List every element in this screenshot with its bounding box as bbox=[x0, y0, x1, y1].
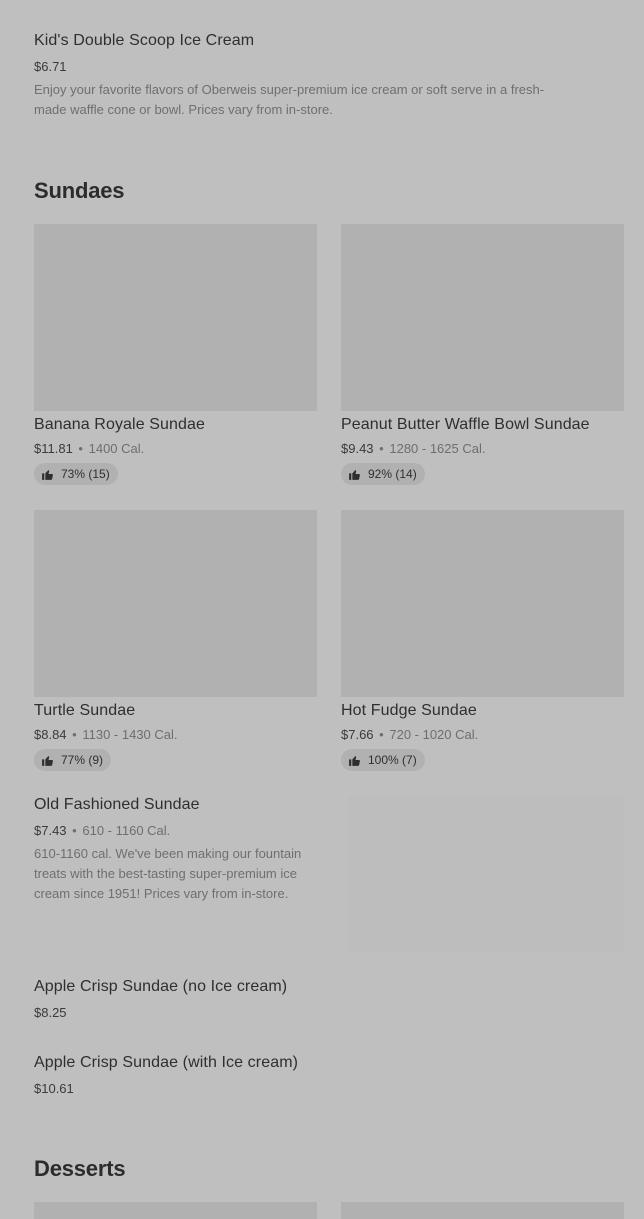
item-title[interactable]: Banana Royale Sundae bbox=[34, 416, 205, 434]
description-line: cream since 1951! Prices vary from in-st… bbox=[34, 886, 289, 901]
item-price: $8.84 bbox=[34, 727, 67, 742]
rating-text: 92% (14) bbox=[368, 467, 417, 481]
item-image[interactable] bbox=[341, 1202, 624, 1219]
item-image[interactable] bbox=[34, 510, 317, 697]
item-calories: 1130 - 1430 Cal. bbox=[82, 727, 178, 742]
item-image[interactable] bbox=[341, 224, 624, 411]
description-line: made waffle cone or bowl. Prices vary fr… bbox=[34, 102, 333, 117]
item-image[interactable] bbox=[34, 1202, 317, 1219]
item-price-calories: $11.81 • 1400 Cal. bbox=[34, 441, 144, 456]
thumbs-up-icon bbox=[349, 469, 360, 480]
item-price-calories: $8.84 • 1130 - 1430 Cal. bbox=[34, 727, 178, 742]
item-price: $7.66 bbox=[341, 727, 374, 742]
thumbs-up-icon bbox=[42, 755, 53, 766]
item-image[interactable] bbox=[341, 510, 624, 697]
item-description: 610-1160 cal. We've been making our foun… bbox=[34, 844, 344, 904]
item-price-calories: $7.66 • 720 - 1020 Cal. bbox=[341, 727, 478, 742]
item-title[interactable]: Hot Fudge Sundae bbox=[341, 702, 477, 720]
item-price: $9.43 bbox=[341, 441, 374, 456]
item-image[interactable] bbox=[34, 224, 317, 411]
item-image[interactable] bbox=[348, 796, 624, 952]
section-title-desserts: Desserts bbox=[34, 1156, 126, 1181]
item-price-calories: $9.43 • 1280 - 1625 Cal. bbox=[341, 441, 485, 456]
separator: • bbox=[78, 441, 83, 456]
rating-badge: 92% (14) bbox=[341, 463, 425, 485]
item-price-calories: $7.43 • 610 - 1160 Cal. bbox=[34, 823, 170, 838]
item-title[interactable]: Apple Crisp Sundae (with Ice cream) bbox=[34, 1054, 298, 1072]
item-price: $6.71 bbox=[34, 59, 67, 74]
item-price: $10.61 bbox=[34, 1081, 74, 1096]
item-title[interactable]: Apple Crisp Sundae (no Ice cream) bbox=[34, 978, 287, 996]
separator: • bbox=[379, 441, 384, 456]
rating-badge: 100% (7) bbox=[341, 749, 425, 771]
thumbs-up-icon bbox=[42, 469, 53, 480]
item-calories: 1280 - 1625 Cal. bbox=[389, 441, 486, 456]
description-line: 610-1160 cal. We've been making our foun… bbox=[34, 846, 302, 861]
item-title[interactable]: Kid's Double Scoop Ice Cream bbox=[34, 32, 254, 50]
section-title-sundaes: Sundaes bbox=[34, 178, 125, 203]
item-calories: 1400 Cal. bbox=[88, 441, 145, 456]
item-title[interactable]: Peanut Butter Waffle Bowl Sundae bbox=[341, 416, 590, 434]
description-line: Enjoy your favorite flavors of Oberweis … bbox=[34, 82, 545, 97]
item-calories: 610 - 1160 Cal. bbox=[82, 823, 171, 838]
item-description: Enjoy your favorite flavors of Oberweis … bbox=[34, 80, 634, 120]
thumbs-up-icon bbox=[349, 755, 360, 766]
separator: • bbox=[72, 823, 77, 838]
item-title[interactable]: Old Fashioned Sundae bbox=[34, 796, 200, 814]
rating-text: 73% (15) bbox=[61, 467, 110, 481]
rating-badge: 77% (9) bbox=[34, 749, 112, 771]
description-line: treats with the best-tasting super-premi… bbox=[34, 866, 297, 881]
rating-text: 77% (9) bbox=[61, 753, 104, 767]
item-price: $11.81 bbox=[34, 441, 73, 456]
separator: • bbox=[379, 727, 384, 742]
rating-text: 100% (7) bbox=[368, 753, 417, 767]
item-price: $8.25 bbox=[34, 1005, 67, 1020]
item-price: $7.43 bbox=[34, 823, 67, 838]
separator: • bbox=[72, 727, 77, 742]
item-title[interactable]: Turtle Sundae bbox=[34, 702, 135, 720]
item-calories: 720 - 1020 Cal. bbox=[389, 727, 479, 742]
rating-badge: 73% (15) bbox=[34, 463, 118, 485]
